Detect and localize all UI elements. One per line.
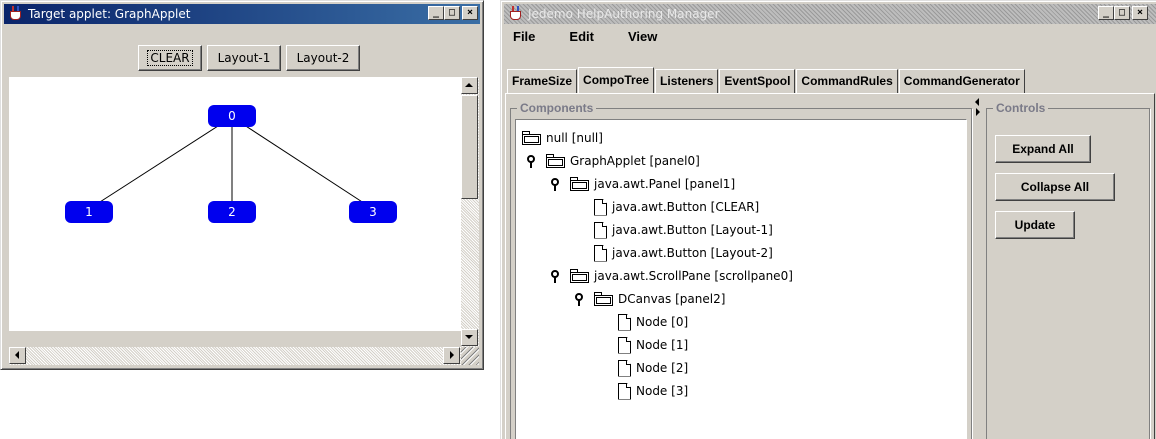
file-icon (618, 382, 632, 400)
controls-group: Controls Expand All Collapse All Update (986, 101, 1150, 439)
expand-all-button[interactable]: Expand All (995, 135, 1091, 163)
layout-1-button[interactable]: Layout-1 (207, 45, 281, 71)
tree-node[interactable]: Node [2] (618, 358, 688, 378)
menu-file[interactable]: File (505, 29, 543, 44)
tab-compotree[interactable]: CompoTree (578, 67, 655, 93)
tree-node[interactable]: Node [0] (618, 312, 688, 332)
tab-eventspool[interactable]: EventSpool (719, 69, 796, 93)
file-icon (618, 359, 632, 377)
applet-window: Target applet: GraphApplet _ □ × CLEAR L… (0, 0, 484, 370)
folder-icon (570, 177, 590, 191)
graph-node-2[interactable]: 2 (208, 201, 256, 223)
folder-icon (546, 154, 566, 168)
manager-title: Jedemo HelpAuthoring Manager (528, 7, 720, 21)
tree-node[interactable]: GraphApplet [panel0] (526, 151, 700, 171)
tab-commandgenerator[interactable]: CommandGenerator (898, 69, 1025, 93)
tree-node-label: Node [1] (636, 338, 689, 352)
file-icon (594, 198, 608, 216)
scroll-left-button[interactable] (9, 347, 26, 364)
tab-framesize[interactable]: FrameSize (507, 69, 578, 93)
folder-icon (522, 131, 542, 145)
tree-node-label: java.awt.Button [Layout-1] (612, 223, 773, 237)
tree-node[interactable]: Node [3] (618, 381, 688, 401)
file-icon (618, 313, 632, 331)
file-icon (594, 244, 608, 262)
close-icon[interactable]: × (462, 6, 478, 20)
tree-node[interactable]: Node [1] (618, 335, 688, 355)
graph-node-3[interactable]: 3 (349, 201, 397, 223)
tree-node[interactable]: java.awt.Button [CLEAR] (594, 197, 759, 217)
menu-bar: File Edit View (505, 25, 1155, 47)
tree-node-label: Node [0] (636, 315, 689, 329)
tree-node[interactable]: java.awt.Button [Layout-1] (594, 220, 773, 240)
tree-node[interactable]: java.awt.Button [Layout-2] (594, 243, 773, 263)
manager-titlebar[interactable]: Jedemo HelpAuthoring Manager _ □ × (504, 4, 1156, 24)
tree-node[interactable]: null [null] (522, 128, 603, 148)
resize-grip-icon[interactable] (461, 347, 479, 365)
compotree-panel: Components null [null] GraphApplet [panel… (505, 93, 1155, 439)
key-expand-icon[interactable] (550, 268, 560, 284)
tree-node[interactable]: java.awt.ScrollPane [scrollpane0] (550, 266, 793, 286)
key-expand-icon[interactable] (550, 176, 560, 192)
scroll-down-button[interactable] (461, 329, 478, 346)
scroll-up-button[interactable] (461, 77, 478, 94)
key-expand-icon[interactable] (526, 153, 536, 169)
collapse-right-icon[interactable] (976, 108, 980, 116)
file-icon (618, 336, 632, 354)
graph-canvas[interactable]: 0 1 2 3 (9, 77, 461, 331)
tab-strip: FrameSize CompoTree Listeners EventSpool… (507, 67, 1026, 93)
key-expand-icon[interactable] (574, 291, 584, 307)
tree-node-label: null [null] (546, 131, 603, 145)
minimize-icon[interactable]: _ (1098, 6, 1114, 20)
java-cup-icon (8, 6, 24, 22)
tree-node-label: java.awt.ScrollPane [scrollpane0] (594, 269, 793, 283)
applet-titlebar[interactable]: Target applet: GraphApplet _ □ × (4, 4, 480, 24)
manager-window: Jedemo HelpAuthoring Manager _ □ × File … (500, 0, 1156, 439)
controls-label: Controls (993, 101, 1049, 115)
tree-node-label: java.awt.Button [CLEAR] (612, 200, 760, 214)
component-tree[interactable]: null [null] GraphApplet [panel0] java.awt.… (515, 119, 967, 439)
components-label: Components (517, 101, 597, 115)
tab-commandrules[interactable]: CommandRules (796, 69, 898, 93)
file-icon (594, 221, 608, 239)
components-group: Components null [null] GraphApplet [panel… (510, 101, 972, 439)
clear-button[interactable]: CLEAR (138, 45, 202, 71)
close-icon[interactable]: × (1132, 6, 1148, 20)
menu-edit[interactable]: Edit (561, 29, 602, 44)
applet-title: Target applet: GraphApplet (28, 7, 191, 21)
vertical-scrollbar[interactable] (461, 77, 479, 347)
edge-0-3 (231, 116, 374, 210)
tree-node-label: DCanvas [panel2] (618, 292, 726, 306)
maximize-icon[interactable]: □ (444, 6, 460, 20)
java-cup-icon (508, 6, 524, 22)
graph-node-1[interactable]: 1 (65, 201, 113, 223)
tree-node-label: Node [2] (636, 361, 689, 375)
minimize-icon[interactable]: _ (428, 6, 444, 20)
folder-icon (594, 292, 614, 306)
tab-listeners[interactable]: Listeners (655, 69, 719, 93)
folder-icon (570, 269, 590, 283)
collapse-all-button[interactable]: Collapse All (995, 173, 1115, 201)
tree-node-label: GraphApplet [panel0] (570, 154, 700, 168)
maximize-icon[interactable]: □ (1114, 6, 1130, 20)
tree-node[interactable]: java.awt.Panel [panel1] (550, 174, 735, 194)
vertical-scroll-thumb[interactable] (461, 95, 478, 199)
split-divider[interactable] (974, 94, 982, 439)
graph-node-0[interactable]: 0 (208, 105, 256, 127)
tree-node-label: Node [3] (636, 384, 689, 398)
layout-2-button[interactable]: Layout-2 (286, 45, 360, 71)
collapse-left-icon[interactable] (975, 98, 979, 106)
update-button[interactable]: Update (995, 211, 1075, 239)
edge-0-1 (88, 116, 233, 210)
tree-node-label: java.awt.Button [Layout-2] (612, 246, 773, 260)
tree-node[interactable]: DCanvas [panel2] (574, 289, 725, 309)
tree-node-label: java.awt.Panel [panel1] (594, 177, 736, 191)
menu-view[interactable]: View (620, 29, 665, 44)
horizontal-scrollbar[interactable] (9, 347, 461, 365)
scroll-right-button[interactable] (443, 347, 460, 364)
